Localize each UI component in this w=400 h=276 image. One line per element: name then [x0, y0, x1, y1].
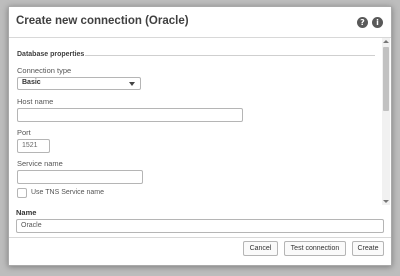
service-name-input[interactable] [17, 170, 143, 184]
port-label: Port [17, 128, 31, 137]
connection-type-value: Basic [22, 79, 41, 86]
scroll-thumb[interactable] [383, 47, 389, 111]
use-tns-label: Use TNS Service name [31, 189, 105, 196]
use-tns-checkbox[interactable] [17, 188, 27, 198]
scroll-down-icon[interactable] [383, 200, 389, 203]
create-button[interactable]: Create [352, 241, 384, 256]
chevron-down-icon [129, 82, 135, 86]
test-connection-button[interactable]: Test connection [284, 241, 346, 256]
connection-type-label: Connection type [17, 66, 72, 75]
connection-properties-panel: Database properties Connection type Basi… [9, 38, 391, 205]
dialog-header: Create new connection (Oracle) ? i [9, 7, 391, 38]
help-icon[interactable]: ? [357, 17, 368, 28]
port-input[interactable]: 1521 [17, 139, 50, 153]
vertical-scrollbar[interactable] [382, 38, 390, 205]
section-divider [85, 55, 375, 56]
host-name-input[interactable] [17, 108, 243, 122]
connection-type-select[interactable]: Basic [17, 77, 141, 90]
scroll-up-icon[interactable] [383, 40, 389, 43]
name-label: Name [16, 208, 37, 217]
name-input[interactable]: Oracle [16, 219, 384, 233]
service-name-label: Service name [17, 159, 63, 168]
create-connection-dialog: Create new connection (Oracle) ? i Datab… [8, 6, 392, 266]
dialog-title: Create new connection (Oracle) [16, 15, 189, 27]
footer-divider [9, 237, 391, 238]
section-title-database-properties: Database properties [17, 51, 85, 58]
info-icon[interactable]: i [372, 17, 383, 28]
host-name-label: Host name [17, 97, 54, 106]
cancel-button[interactable]: Cancel [243, 241, 278, 256]
